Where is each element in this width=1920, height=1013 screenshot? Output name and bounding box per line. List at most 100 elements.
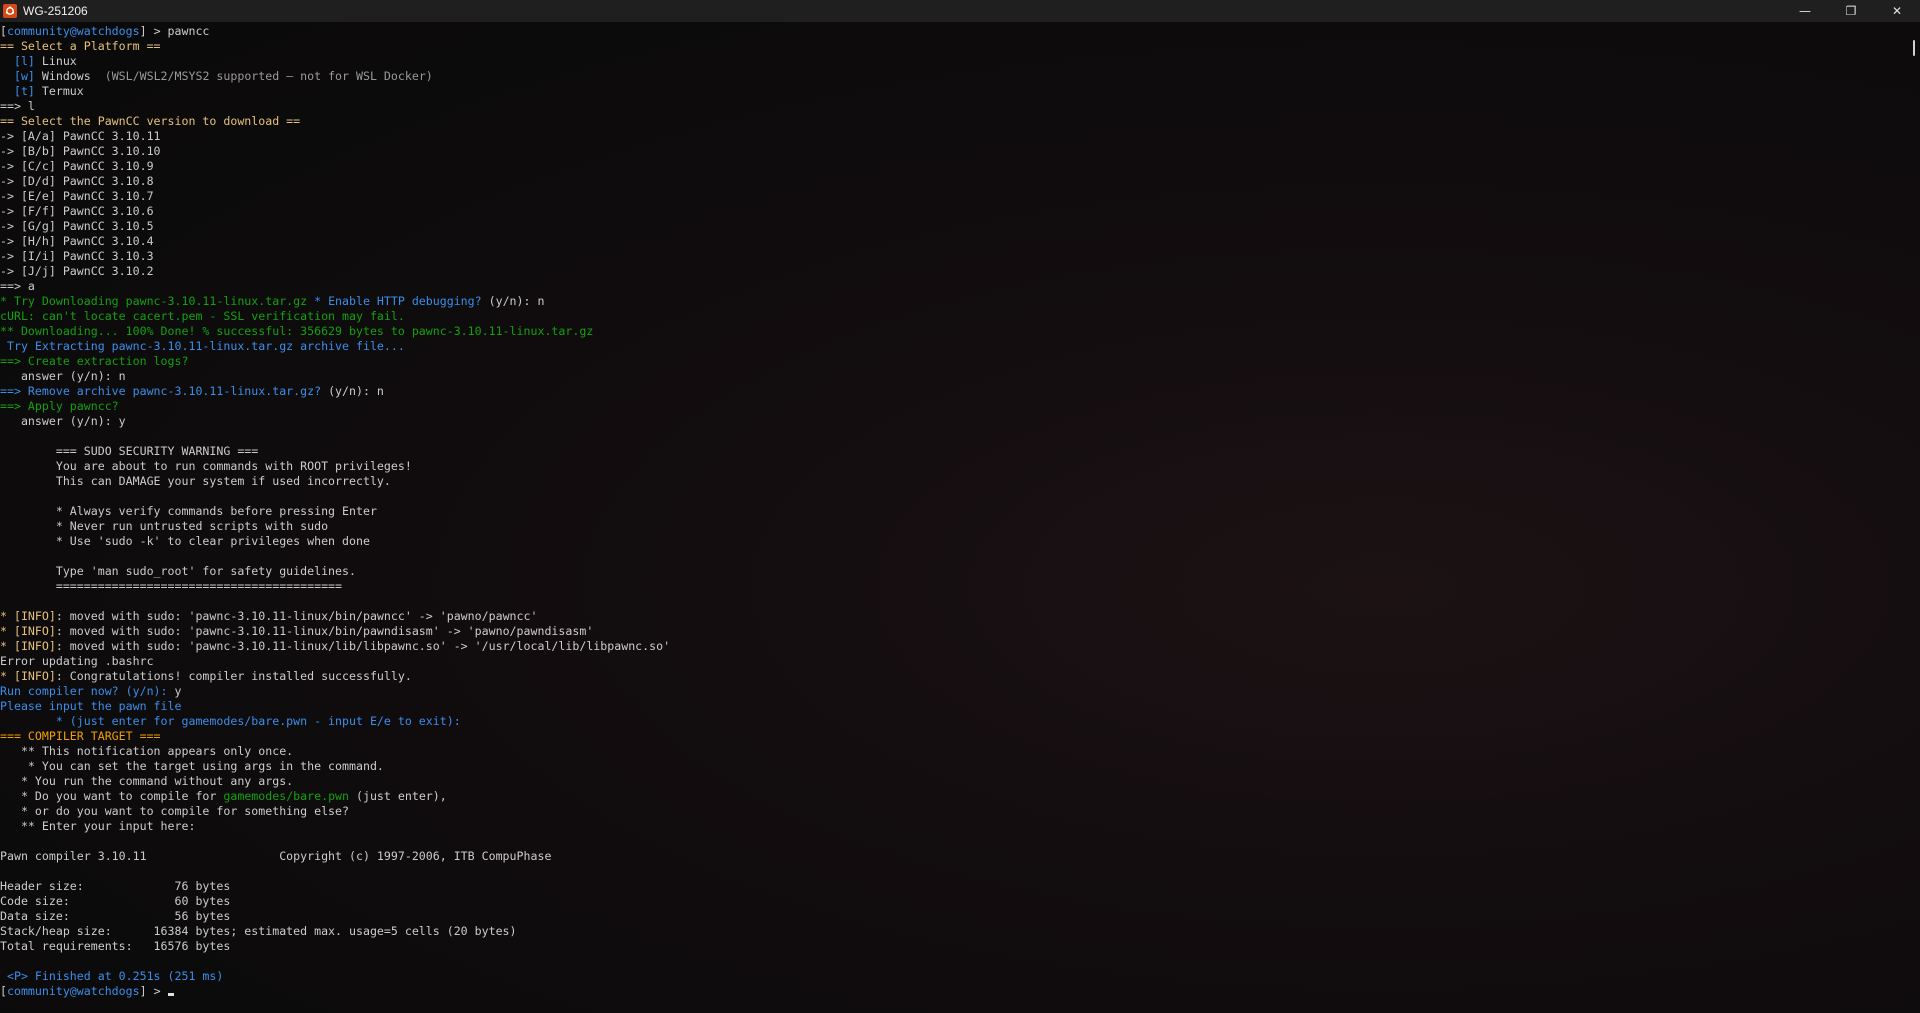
terminal-text: -> [J/j] PawnCC 3.10.2	[0, 264, 154, 278]
terminal-line: Error updating .bashrc	[0, 654, 1900, 669]
terminal-text: [w]	[0, 69, 42, 83]
terminal-text: * [INFO]	[0, 669, 56, 683]
terminal-text: -> [H/h] PawnCC 3.10.4	[0, 234, 154, 248]
terminal-text: == Select a Platform ==	[0, 39, 161, 53]
terminal-text: : moved with sudo: 'pawnc-3.10.11-linux/…	[55, 609, 538, 623]
terminal-text: Linux	[41, 54, 77, 68]
close-icon: ✕	[1891, 4, 1903, 18]
terminal-line: This can DAMAGE your system if used inco…	[0, 474, 1900, 489]
terminal-text: (y/n): n	[328, 384, 384, 398]
terminal-text: [	[0, 984, 7, 998]
terminal-line: [w] Windows (WSL/WSL2/MSYS2 supported — …	[0, 69, 1900, 84]
terminal-line: -> [G/g] PawnCC 3.10.5	[0, 219, 1900, 234]
terminal-line: * or do you want to compile for somethin…	[0, 804, 1900, 819]
terminal-text: ==> Create extraction logs?	[0, 354, 189, 368]
terminal-line: === COMPILER TARGET ===	[0, 729, 1900, 744]
terminal-line: == Select a Platform ==	[0, 39, 1900, 54]
terminal-text: ==> a	[0, 279, 35, 293]
terminal-text: * Use 'sudo -k' to clear privileges when…	[0, 534, 370, 548]
terminal-text: ** Downloading... 100% Done! % successfu…	[0, 324, 594, 338]
terminal-text: ] > pawncc	[139, 24, 210, 38]
text-cursor	[167, 993, 174, 996]
terminal-text: : moved with sudo: 'pawnc-3.10.11-linux/…	[55, 639, 671, 653]
terminal-text: : moved with sudo: 'pawnc-3.10.11-linux/…	[55, 624, 594, 638]
terminal-text: -> [I/i] PawnCC 3.10.3	[0, 249, 154, 263]
terminal-text: -> [D/d] PawnCC 3.10.8	[0, 174, 154, 188]
title-bar[interactable]: WG-251206 — ❐ ✕	[0, 0, 1920, 22]
terminal-text: This can DAMAGE your system if used inco…	[0, 474, 391, 488]
terminal-line: Try Extracting pawnc-3.10.11-linux.tar.g…	[0, 339, 1900, 354]
terminal-line: -> [B/b] PawnCC 3.10.10	[0, 144, 1900, 159]
terminal-line: ==> a	[0, 279, 1900, 294]
terminal-line: Code size: 60 bytes	[0, 894, 1900, 909]
terminal-text: Data size: 56 bytes	[0, 909, 231, 923]
terminal-line: ==> Create extraction logs?	[0, 354, 1900, 369]
terminal-text: * Try Downloading pawnc-3.10.11-linux.ta…	[0, 294, 308, 308]
terminal-line: -> [E/e] PawnCC 3.10.7	[0, 189, 1900, 204]
close-button[interactable]: ✕	[1874, 0, 1920, 22]
terminal-text: Header size: 76 bytes	[0, 879, 231, 893]
minimize-button[interactable]: —	[1782, 0, 1828, 22]
terminal-text: * [INFO]	[0, 609, 56, 623]
terminal-line: * Do you want to compile for gamemodes/b…	[0, 789, 1900, 804]
terminal-text: -> [C/c] PawnCC 3.10.9	[0, 159, 154, 173]
terminal-text: Total requirements: 16576 bytes	[0, 939, 231, 953]
terminal-line: ==> l	[0, 99, 1900, 114]
terminal-text: cURL: can't locate cacert.pem - SSL veri…	[0, 309, 405, 323]
terminal-text: ] >	[139, 984, 168, 998]
window-title: WG-251206	[23, 4, 88, 18]
terminal-text: (WSL/WSL2/MSYS2 supported — not for WSL …	[104, 69, 433, 83]
terminal-line: Run compiler now? (y/n): y	[0, 684, 1900, 699]
restore-icon: ❐	[1845, 4, 1857, 18]
terminal-line: * Always verify commands before pressing…	[0, 504, 1900, 519]
scrollbar-thumb[interactable]	[1913, 40, 1915, 56]
terminal-output[interactable]: [community@watchdogs] > pawncc == Select …	[0, 24, 1900, 1009]
terminal-text: [	[0, 24, 7, 38]
terminal-app-icon	[3, 4, 17, 18]
terminal-text: answer (y/n): y	[0, 414, 126, 428]
terminal-text: Code size: 60 bytes	[0, 894, 231, 908]
terminal-text: Windows	[41, 69, 105, 83]
terminal-line: * [INFO]: moved with sudo: 'pawnc-3.10.1…	[0, 639, 1900, 654]
terminal-line: -> [F/f] PawnCC 3.10.6	[0, 204, 1900, 219]
terminal-line: -> [A/a] PawnCC 3.10.11	[0, 129, 1900, 144]
restore-button[interactable]: ❐	[1828, 0, 1874, 22]
terminal-line: Header size: 76 bytes	[0, 879, 1900, 894]
terminal-line: <P> Finished at 0.251s (251 ms)	[0, 969, 1900, 984]
terminal-text: -> [G/g] PawnCC 3.10.5	[0, 219, 154, 233]
terminal-text: You are about to run commands with ROOT …	[0, 459, 412, 473]
terminal-line: -> [C/c] PawnCC 3.10.9	[0, 159, 1900, 174]
terminal-line: -> [H/h] PawnCC 3.10.4	[0, 234, 1900, 249]
terminal-line: [l] Linux	[0, 54, 1900, 69]
terminal-line: * You run the command without any args.	[0, 774, 1900, 789]
terminal-text: * Do you want to compile for	[0, 789, 224, 803]
terminal-line: * [INFO]: Congratulations! compiler inst…	[0, 669, 1900, 684]
minimize-icon: —	[1799, 4, 1811, 18]
terminal-line: ==> Apply pawncc?	[0, 399, 1900, 414]
terminal-text: Pawn compiler 3.10.11 Copyright (c) 1997…	[0, 849, 552, 863]
terminal-line: == Select the PawnCC version to download…	[0, 114, 1900, 129]
terminal-line: [community@watchdogs] >	[0, 984, 1900, 999]
terminal-line: answer (y/n): n	[0, 369, 1900, 384]
terminal-text: * Enable HTTP debugging?	[307, 294, 489, 308]
terminal-text: Stack/heap size: 16384 bytes; estimated …	[0, 924, 517, 938]
terminal-line: Total requirements: 16576 bytes	[0, 939, 1900, 954]
terminal-text: == Select the PawnCC version to download…	[0, 114, 301, 128]
terminal-line: cURL: can't locate cacert.pem - SSL veri…	[0, 309, 1900, 324]
terminal-text: === COMPILER TARGET ===	[0, 729, 161, 743]
terminal-text: ========================================…	[0, 579, 343, 593]
terminal-text: ** Enter your input here:	[0, 819, 196, 833]
terminal-line: -> [J/j] PawnCC 3.10.2	[0, 264, 1900, 279]
terminal-text: * You can set the target using args in t…	[0, 759, 384, 773]
terminal-line: answer (y/n): y	[0, 414, 1900, 429]
terminal-text: * You run the command without any args.	[0, 774, 294, 788]
terminal-text: (just enter),	[349, 789, 447, 803]
terminal-text: Termux	[41, 84, 84, 98]
terminal-line: [community@watchdogs] > pawncc	[0, 24, 1900, 39]
terminal-text: * Never run untrusted scripts with sudo	[0, 519, 329, 533]
terminal-line: * [INFO]: moved with sudo: 'pawnc-3.10.1…	[0, 624, 1900, 639]
